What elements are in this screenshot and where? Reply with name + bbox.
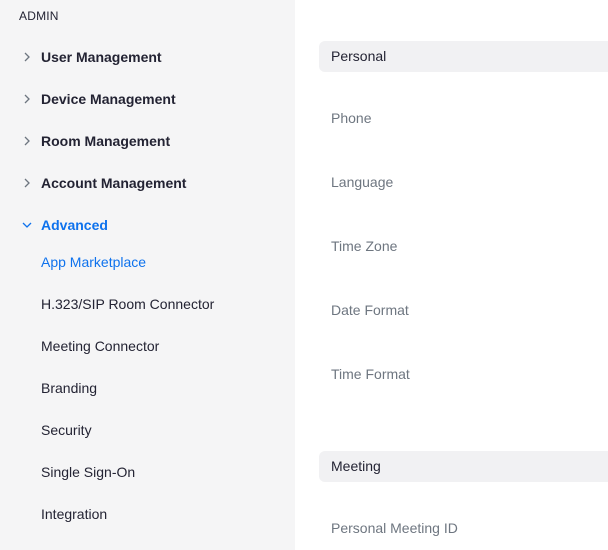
sidebar-subitem-meeting-connector[interactable]: Meeting Connector (0, 332, 295, 362)
sidebar-subitem-label: H.323/SIP Room Connector (41, 296, 215, 312)
sidebar-item-label: Device Management (41, 91, 176, 107)
time-zone-field-label: Time Zone (331, 238, 398, 254)
sidebar-item-room-management[interactable]: Room Management (0, 126, 295, 156)
chevron-down-icon (21, 217, 33, 233)
chevron-right-icon (21, 91, 33, 107)
sidebar-subitem-integration[interactable]: Integration (0, 500, 295, 530)
sidebar-item-device-management[interactable]: Device Management (0, 84, 295, 114)
sidebar-subitem-security[interactable]: Security (0, 416, 295, 446)
sidebar-subitem-label: Meeting Connector (41, 338, 160, 354)
sidebar-item-account-management[interactable]: Account Management (0, 168, 295, 198)
personal-meeting-id-field-label: Personal Meeting ID (331, 520, 458, 536)
chevron-right-icon (21, 49, 33, 65)
sidebar-subitem-label: Integration (41, 506, 108, 522)
section-header-label: Personal (331, 48, 387, 64)
language-field-label: Language (331, 174, 394, 190)
sidebar-subitem-label: App Marketplace (41, 254, 147, 270)
sidebar-subitem-single-sign-on[interactable]: Single Sign-On (0, 458, 295, 488)
phone-field-label: Phone (331, 110, 372, 126)
sidebar-item-user-management[interactable]: User Management (0, 42, 295, 72)
sidebar-item-label: User Management (41, 49, 162, 65)
admin-sidebar: ADMIN User Management Device Management … (0, 0, 295, 550)
sidebar-item-label: Account Management (41, 175, 187, 191)
sidebar-subitem-label: Branding (41, 380, 98, 396)
personal-section-header: Personal (319, 41, 608, 72)
chevron-right-icon (21, 175, 33, 191)
sidebar-subitem-branding[interactable]: Branding (0, 374, 295, 404)
sidebar-subitem-label: Security (41, 422, 92, 438)
sidebar-subitem-label: Single Sign-On (41, 464, 136, 480)
section-header-label: Meeting (331, 458, 381, 474)
sidebar-item-label: Advanced (41, 217, 108, 233)
time-format-field-label: Time Format (331, 366, 410, 382)
chevron-right-icon (21, 133, 33, 149)
date-format-field-label: Date Format (331, 302, 409, 318)
meeting-section-header: Meeting (319, 451, 608, 482)
profile-main-panel: Personal Phone Language Time Zone Date F… (295, 0, 608, 550)
sidebar-subitem-app-marketplace[interactable]: App Marketplace (0, 248, 295, 278)
admin-section-title: ADMIN (19, 9, 59, 23)
sidebar-subitem-h323-sip-room-connector[interactable]: H.323/SIP Room Connector (0, 290, 295, 320)
sidebar-item-advanced[interactable]: Advanced (0, 210, 295, 240)
sidebar-item-label: Room Management (41, 133, 171, 149)
